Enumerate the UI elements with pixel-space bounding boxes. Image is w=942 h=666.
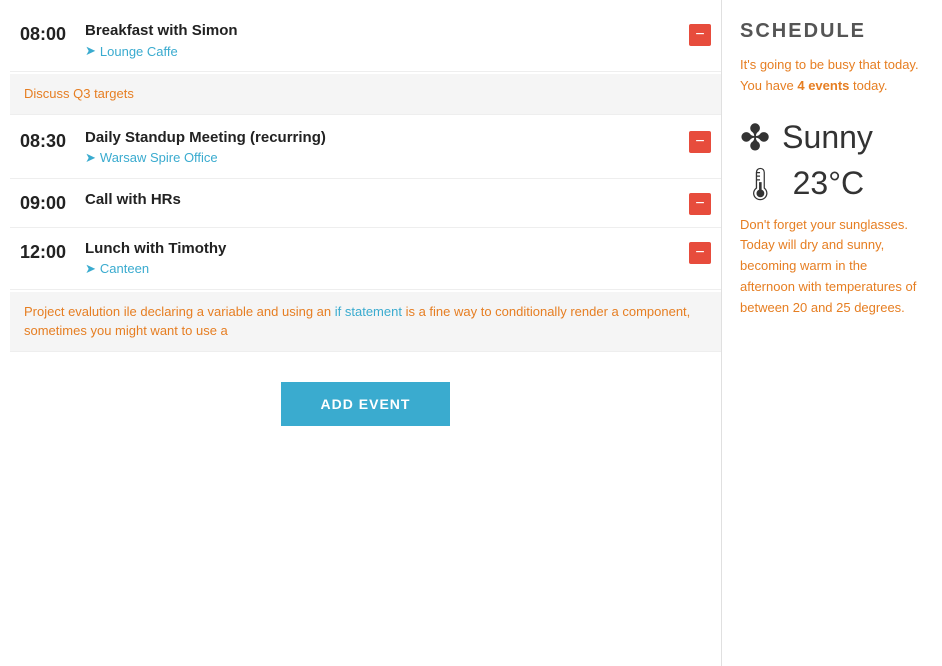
sidebar-panel: SCHEDULE It's going to be busy that toda…	[722, 0, 942, 666]
event-location: ➤ Canteen	[85, 261, 689, 277]
event-row: 09:00 Call with HRs −	[10, 179, 721, 228]
event-details: Call with HRs	[85, 191, 689, 212]
add-event-button[interactable]: ADD EVENT	[281, 382, 451, 426]
event-title: Lunch with Timothy	[85, 240, 689, 257]
schedule-description: It's going to be busy that today. You ha…	[740, 55, 924, 97]
weather-temp: 23°C	[793, 165, 865, 202]
weather-condition-row: ✤ Sunny	[740, 117, 924, 159]
event-time: 08:00	[20, 22, 85, 45]
event-note: Discuss Q3 targets	[10, 74, 721, 115]
schedule-left-panel: 08:00 Breakfast with Simon ➤ Lounge Caff…	[0, 0, 722, 666]
delete-event-button[interactable]: −	[689, 193, 711, 215]
location-icon: ➤	[85, 43, 96, 59]
weather-temp-row: 🌡 23°C	[740, 165, 924, 203]
event-row: 08:00 Breakfast with Simon ➤ Lounge Caff…	[10, 10, 721, 72]
weather-detail: Don't forget your sunglasses. Today will…	[740, 215, 924, 319]
event-title: Daily Standup Meeting (recurring)	[85, 129, 689, 146]
event-time: 08:30	[20, 129, 85, 152]
thermometer-icon: 🌡	[740, 165, 781, 203]
event-location: ➤ Lounge Caffe	[85, 43, 689, 59]
delete-event-button[interactable]: −	[689, 242, 711, 264]
location-text: Lounge Caffe	[100, 44, 178, 59]
event-note: Project evalution ile declaring a variab…	[10, 292, 721, 352]
note-text: Discuss Q3 targets	[24, 86, 134, 101]
location-text: Canteen	[100, 261, 149, 276]
event-count-badge: 4 events	[797, 78, 849, 93]
event-details: Breakfast with Simon ➤ Lounge Caffe	[85, 22, 689, 59]
event-title: Call with HRs	[85, 191, 689, 208]
schedule-title: SCHEDULE	[740, 20, 924, 43]
event-details: Lunch with Timothy ➤ Canteen	[85, 240, 689, 277]
note-highlight-link: if statement	[335, 304, 402, 319]
event-row: 12:00 Lunch with Timothy ➤ Canteen −	[10, 228, 721, 290]
note-text-event4: Project evalution ile declaring a variab…	[24, 304, 690, 339]
delete-event-button[interactable]: −	[689, 131, 711, 153]
event-time: 12:00	[20, 240, 85, 263]
event-time: 09:00	[20, 191, 85, 214]
weather-condition: Sunny	[782, 119, 873, 156]
location-text: Warsaw Spire Office	[100, 150, 218, 165]
sun-icon: ✤	[740, 117, 770, 159]
event-row: 08:30 Daily Standup Meeting (recurring) …	[10, 117, 721, 179]
event-details: Daily Standup Meeting (recurring) ➤ Wars…	[85, 129, 689, 166]
intro-text-2: today.	[849, 78, 887, 93]
delete-event-button[interactable]: −	[689, 24, 711, 46]
location-icon: ➤	[85, 150, 96, 166]
event-location: ➤ Warsaw Spire Office	[85, 150, 689, 166]
event-title: Breakfast with Simon	[85, 22, 689, 39]
location-icon: ➤	[85, 261, 96, 277]
